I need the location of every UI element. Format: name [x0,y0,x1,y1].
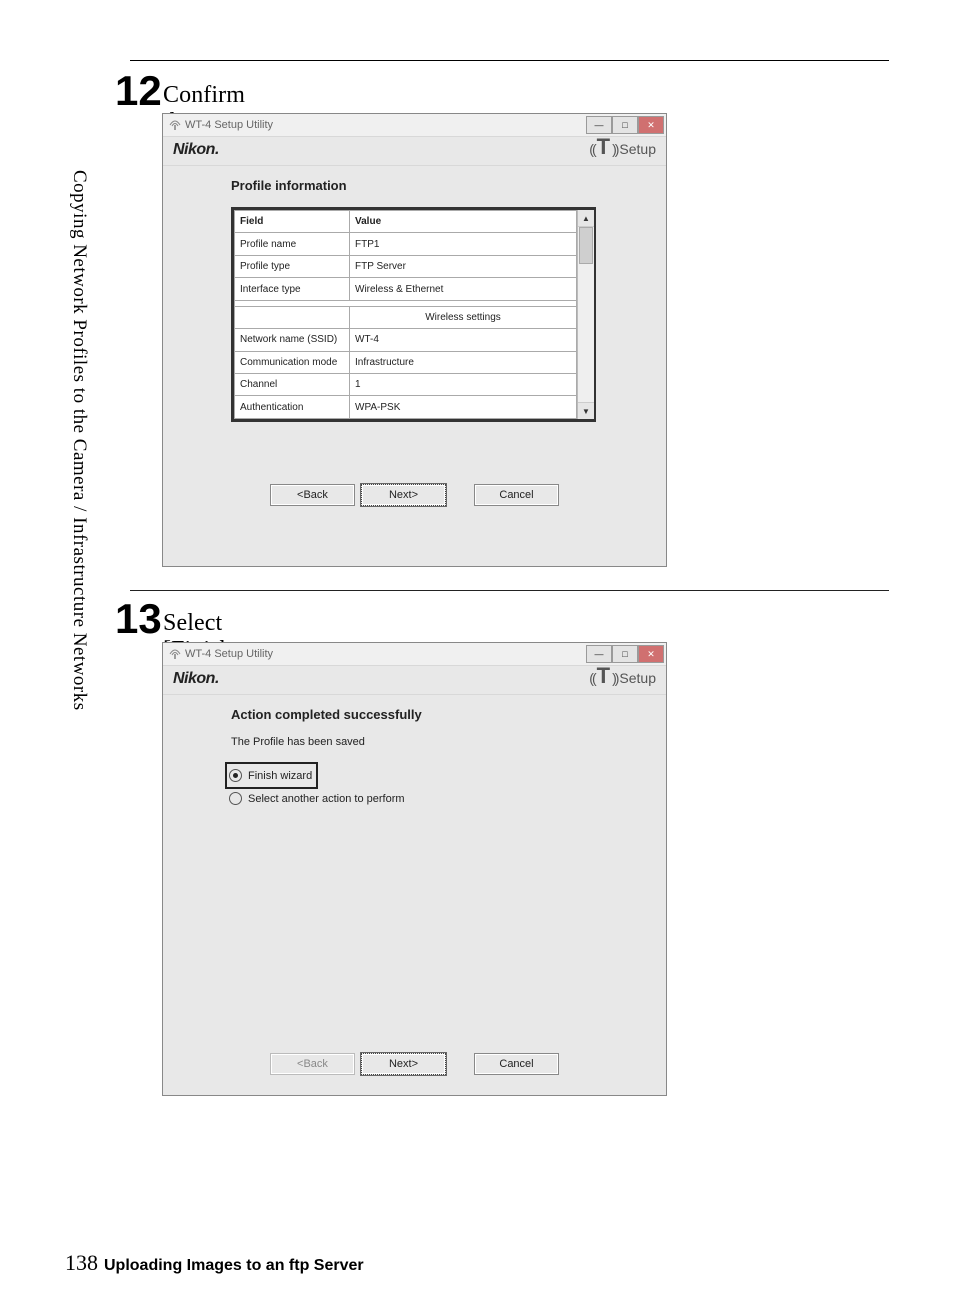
another-action-radio[interactable]: Select another action to perform [229,789,648,808]
scroll-up-icon[interactable]: ▲ [578,210,594,227]
finish-wizard-label: Finish wizard [248,770,312,782]
setup-logo: ((T))Setup [589,670,656,684]
finish-wizard-radio[interactable]: Finish wizard [229,766,312,785]
section-sidebar: Copying Network Profiles to the Camera /… [68,170,90,711]
cell: Authentication [235,396,350,419]
saved-message: The Profile has been saved [181,736,648,762]
cell: FTP1 [350,233,577,255]
close-button[interactable]: ✕ [638,116,664,134]
cell: Network name (SSID) [235,329,350,351]
close-button[interactable]: ✕ [638,645,664,663]
col-header-value: Value [350,211,577,233]
cell: Profile type [235,255,350,277]
step-13-number: 13 [115,595,155,643]
minimize-button[interactable]: — [586,116,612,134]
page-number: 138 [65,1250,98,1276]
back-button: <Back [270,1053,355,1075]
next-button[interactable]: Next> [361,1053,446,1075]
cancel-button[interactable]: Cancel [474,1053,559,1075]
scroll-down-icon[interactable]: ▼ [578,402,594,419]
finish-wizard-highlight: Finish wizard [225,762,318,789]
setup-logo: ((T))Setup [589,141,656,155]
minimize-button[interactable]: — [586,645,612,663]
cell: WT-4 [350,329,577,351]
scrollbar[interactable]: ▲ ▼ [577,210,594,419]
scroll-thumb[interactable] [579,227,593,264]
maximize-button[interactable]: □ [612,116,638,134]
another-action-label: Select another action to perform [248,793,405,805]
dialog-title: WT-4 Setup Utility [185,648,273,660]
cell: Communication mode [235,351,350,373]
cell: Interface type [235,278,350,300]
cell: WPA-PSK [350,396,577,419]
cell: Wireless & Ethernet [350,278,577,300]
section-title: Profile information [181,168,648,207]
step-12-number: 12 [115,67,155,115]
nikon-logo: Nikon. [173,670,219,688]
titlebar: WT-4 Setup Utility — □ ✕ [163,643,666,666]
back-button[interactable]: <Back [270,484,355,506]
col-header-field: Field [235,211,350,233]
dialog-title: WT-4 Setup Utility [185,119,273,131]
next-button[interactable]: Next> [361,484,446,506]
subheader: Wireless settings [350,306,577,328]
cancel-button[interactable]: Cancel [474,484,559,506]
cell: Channel [235,374,350,396]
cell: Infrastructure [350,351,577,373]
cell: FTP Server [350,255,577,277]
profile-information-dialog: WT-4 Setup Utility — □ ✕ Nikon. ((T))Set… [162,113,667,567]
action-completed-dialog: WT-4 Setup Utility — □ ✕ Nikon. ((T))Set… [162,642,667,1096]
cell: 1 [350,374,577,396]
cell: Profile name [235,233,350,255]
profile-table: Field Value Profile nameFTP1 Profile typ… [231,207,596,422]
footer-title: Uploading Images to an ftp Server [104,1257,364,1275]
titlebar: WT-4 Setup Utility — □ ✕ [163,114,666,137]
maximize-button[interactable]: □ [612,645,638,663]
section-title: Action completed successfully [181,697,648,736]
wireless-icon [169,648,181,660]
nikon-logo: Nikon. [173,141,219,159]
wireless-icon [169,119,181,131]
